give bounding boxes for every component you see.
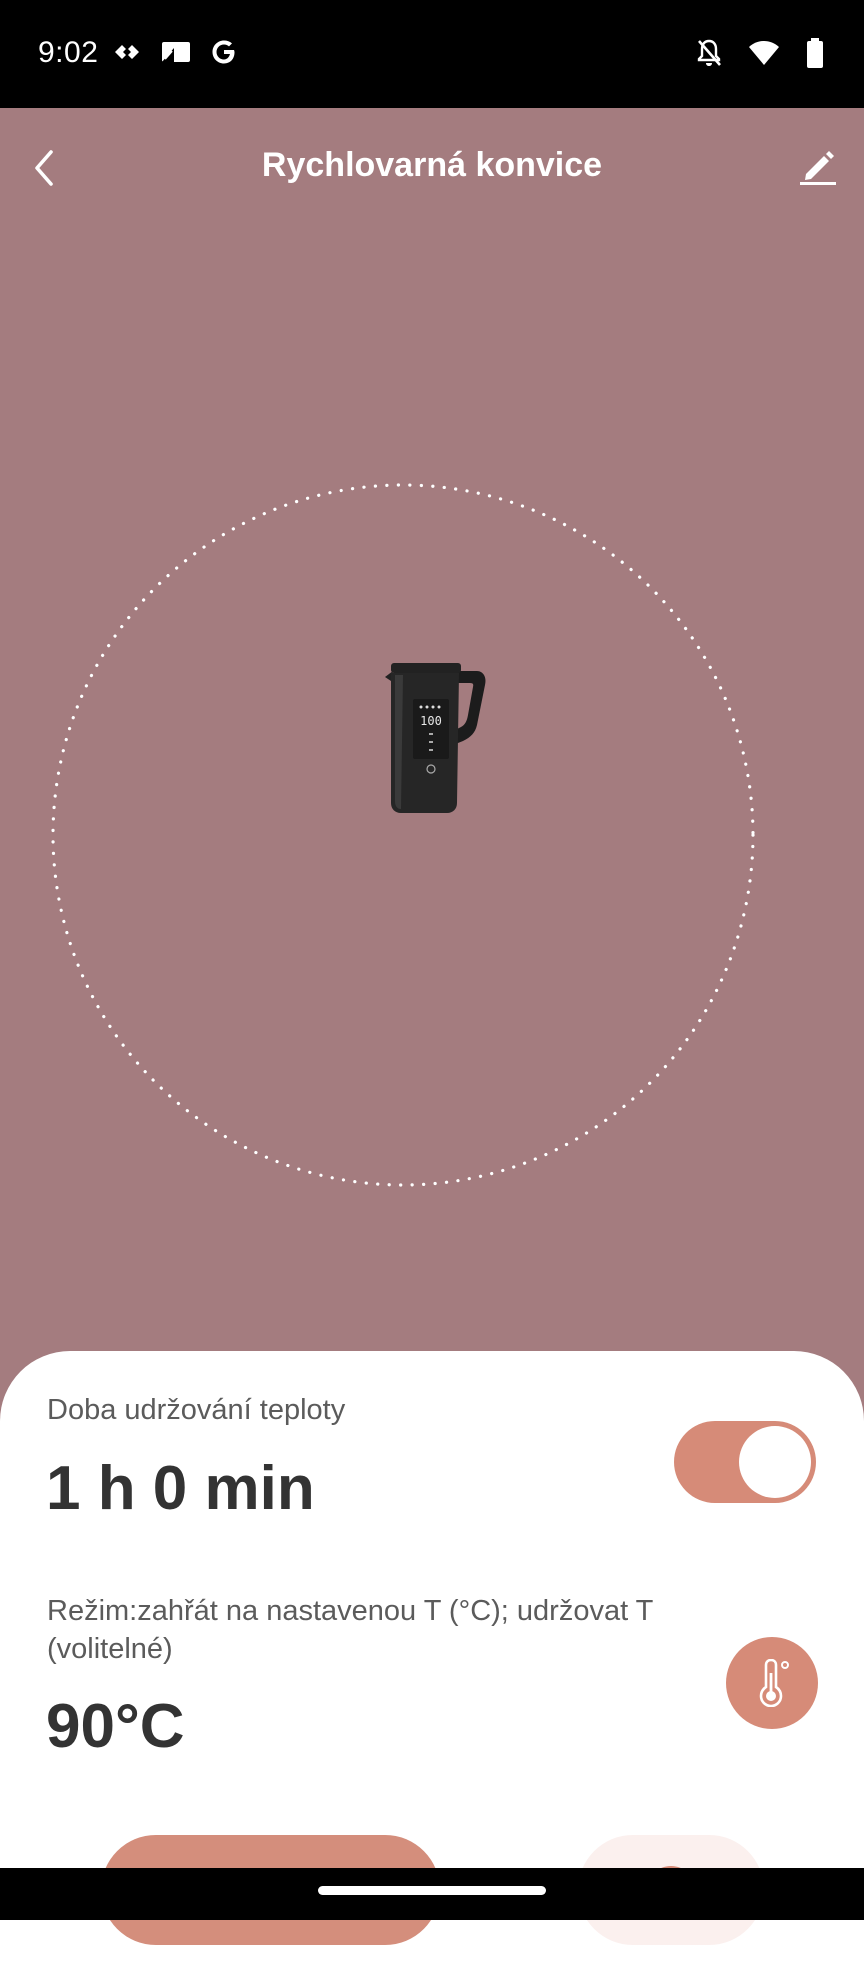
keep-warm-toggle[interactable] [674, 1421, 816, 1503]
status-icons-right [696, 38, 824, 68]
notifications-off-icon [697, 39, 721, 66]
status-bar: 9:02 [0, 0, 864, 108]
cast-icon [162, 42, 190, 62]
temperature-button[interactable] [726, 1637, 818, 1729]
keep-warm-label: Doba udržování teploty [47, 1394, 346, 1426]
pencil-icon [800, 151, 836, 185]
cloud-sync-icon [115, 45, 139, 59]
app-bar: Rychlovarná konvice [0, 108, 864, 228]
wifi-icon [749, 41, 779, 65]
kettle-display-value: 100 [420, 714, 442, 728]
keep-warm-value[interactable]: 1 h 0 min [46, 1453, 315, 1524]
thermometer-icon [759, 1659, 789, 1707]
page-title: Rychlovarná konvice [261, 146, 603, 184]
status-time: 9:02 [38, 36, 99, 69]
navigation-bar [0, 1868, 864, 1920]
battery-icon [807, 38, 823, 68]
home-gesture-handle[interactable] [318, 1886, 546, 1895]
status-icons-left [112, 38, 238, 66]
google-icon [212, 40, 235, 64]
progress-ring [51, 483, 755, 1187]
temperature-value[interactable]: 90°C [46, 1691, 185, 1762]
toggle-knob [739, 1426, 811, 1498]
main-area: Rychlovarná konvice 100 Doba udržování t… [0, 108, 864, 1976]
mode-label: Režim:zahřát na nastavenou T (°C); udržo… [47, 1595, 653, 1665]
edit-button[interactable] [798, 146, 842, 190]
kettle-image: 100 [385, 663, 486, 813]
